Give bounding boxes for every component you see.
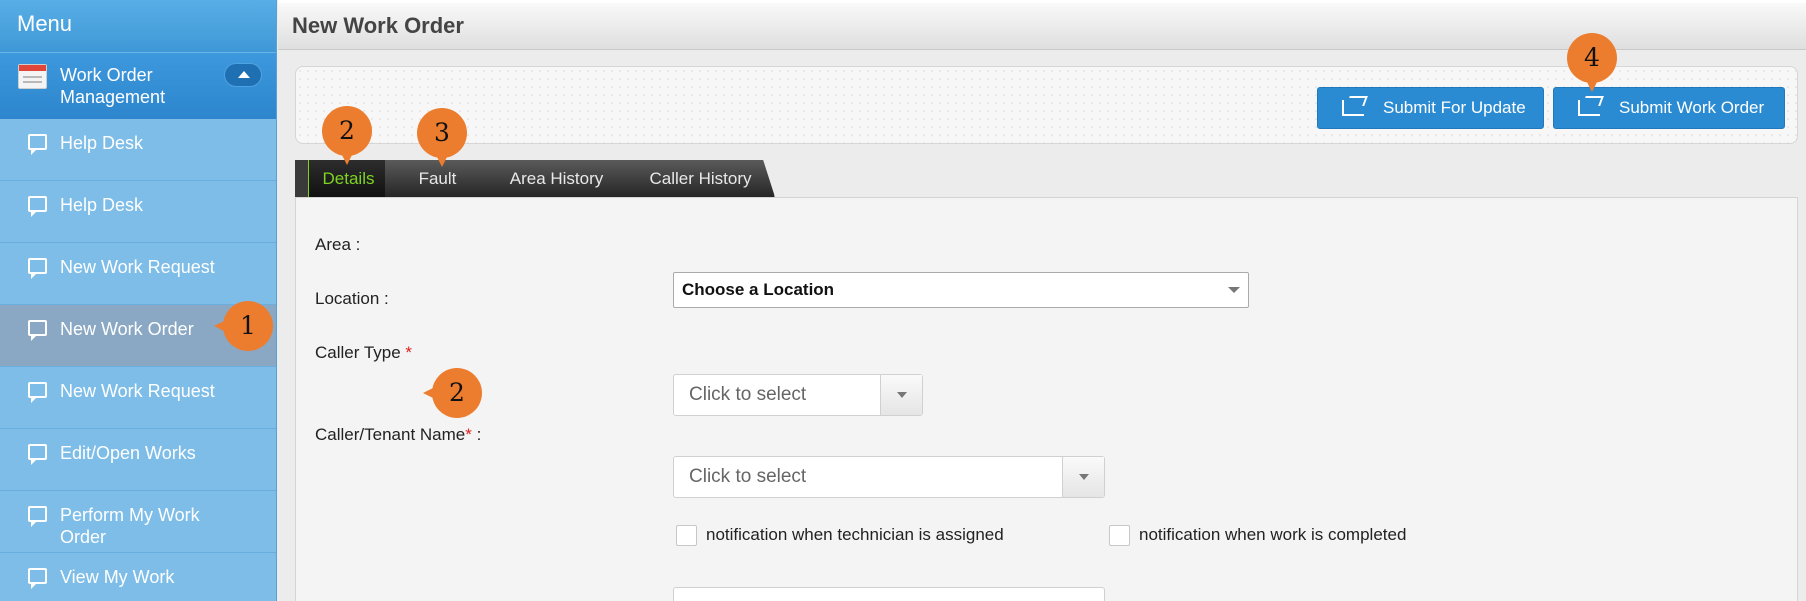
marker-1: 1 xyxy=(214,301,273,351)
comment-icon xyxy=(28,568,47,589)
comment-icon xyxy=(28,134,47,155)
tab-caller-history[interactable]: Caller History xyxy=(627,160,775,197)
sidebar-item-label: Edit/Open Works xyxy=(60,443,196,463)
tab-label: Details xyxy=(322,169,375,188)
notify-assigned-checkbox[interactable] xyxy=(676,525,697,546)
location-select[interactable]: Choose a Location xyxy=(673,272,1249,308)
required-asterisk: * xyxy=(465,425,472,444)
location-select-value: Choose a Location xyxy=(682,280,835,299)
sidebar-section-label: Work Order Management xyxy=(60,65,166,107)
submit-for-update-button[interactable]: Submit For Update xyxy=(1317,87,1544,129)
share-icon xyxy=(1578,100,1600,116)
sidebar-item-view-my-work[interactable]: View My Work xyxy=(0,553,276,601)
caller-name-label: Caller/Tenant Name* : xyxy=(315,425,482,444)
calendar-icon xyxy=(18,64,47,89)
menu-title: Menu xyxy=(0,0,276,52)
sidebar-item-label: Help Desk xyxy=(60,195,144,215)
main-content: New Work Order Submit For Update Submit … xyxy=(278,0,1806,601)
notify-completed-checkbox[interactable] xyxy=(1109,525,1130,546)
sidebar-item-label: New Work Request xyxy=(60,381,215,401)
comment-icon xyxy=(28,382,47,403)
marker-3: 3 xyxy=(417,108,467,167)
marker-2-tab: 2 xyxy=(322,106,372,165)
details-panel: Area : Choose a Location Location : Call… xyxy=(295,197,1798,601)
area-label: Area : xyxy=(315,235,361,254)
sidebar-item-label: View My Work xyxy=(60,567,175,587)
comment-icon xyxy=(28,506,47,527)
submit-work-order-button[interactable]: Submit Work Order xyxy=(1553,87,1785,129)
comment-icon xyxy=(28,320,47,341)
location-label: Location : xyxy=(315,289,389,308)
sidebar: Menu Work Order Management Help Desk Hel… xyxy=(0,0,277,601)
button-label: Submit Work Order xyxy=(1619,98,1765,117)
notify-completed-label: notification when work is completed xyxy=(1139,525,1407,544)
action-bar: Submit For Update Submit Work Order xyxy=(295,66,1798,144)
picker-placeholder: Click to select xyxy=(689,466,807,487)
caller-name-picker[interactable]: Click to select xyxy=(673,456,1105,498)
next-field-input[interactable] xyxy=(673,587,1105,601)
tab-label: Fault xyxy=(418,169,457,188)
sidebar-item-new-work-request-2[interactable]: New Work Request xyxy=(0,367,276,429)
notify-assigned-label: notification when technician is assigned xyxy=(706,525,1004,544)
sidebar-item-label: Perform My Work Order xyxy=(60,505,200,547)
marker-2-field: 2 xyxy=(423,368,482,418)
chevron-down-icon xyxy=(1228,287,1240,293)
tab-area-history[interactable]: Area History xyxy=(473,160,641,197)
sidebar-item-edit-open-works[interactable]: Edit/Open Works xyxy=(0,429,276,491)
sidebar-section-work-order-management[interactable]: Work Order Management xyxy=(0,52,276,119)
sidebar-item-label: New Work Request xyxy=(60,257,215,277)
tab-label: Area History xyxy=(509,169,604,188)
comment-icon xyxy=(28,196,47,217)
caller-type-label: Caller Type * xyxy=(315,343,413,362)
dropdown-arrow-icon[interactable] xyxy=(880,375,922,415)
sidebar-item-help-desk[interactable]: Help Desk xyxy=(0,119,276,181)
tab-label: Caller History xyxy=(649,169,752,188)
required-asterisk: * xyxy=(405,343,413,362)
comment-icon xyxy=(28,258,47,279)
sidebar-item-perform-my-work-order[interactable]: Perform My Work Order xyxy=(0,491,276,553)
sidebar-item-help-desk-2[interactable]: Help Desk xyxy=(0,181,276,243)
comment-icon xyxy=(28,444,47,465)
marker-4: 4 xyxy=(1567,33,1617,92)
sidebar-item-new-work-request[interactable]: New Work Request xyxy=(0,243,276,305)
button-label: Submit For Update xyxy=(1383,98,1526,117)
dropdown-arrow-icon[interactable] xyxy=(1062,457,1104,497)
sidebar-item-label: Help Desk xyxy=(60,133,144,153)
collapse-toggle-button[interactable] xyxy=(224,63,262,87)
share-icon xyxy=(1342,100,1364,116)
picker-placeholder: Click to select xyxy=(689,384,807,405)
caller-type-picker[interactable]: Click to select xyxy=(673,374,923,416)
